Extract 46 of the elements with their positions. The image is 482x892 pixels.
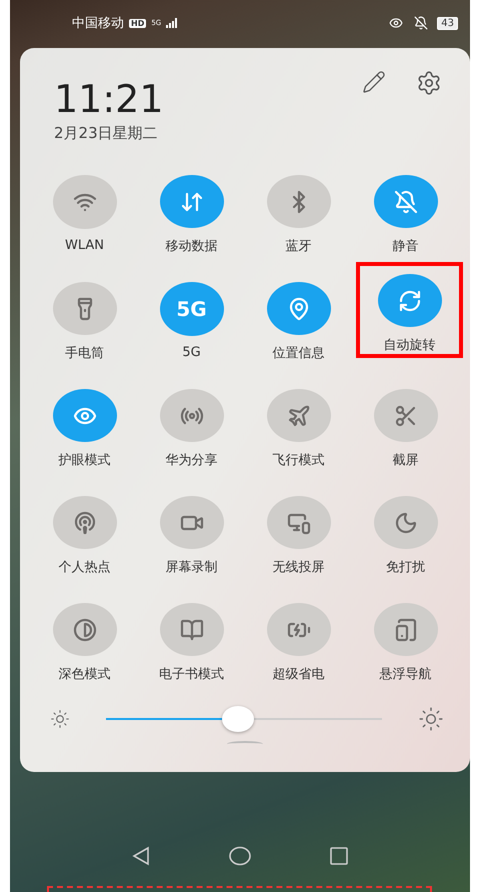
toggle-label: 个人热点 — [58, 559, 110, 576]
toggle-label: 位置信息 — [272, 345, 324, 362]
sun-icon — [50, 709, 70, 729]
bell-off-icon — [414, 16, 428, 30]
toggle-label: 飞行模式 — [272, 452, 324, 469]
battery-level: 43 — [437, 16, 458, 30]
toggle-label: 自动旋转 — [384, 337, 436, 354]
hotspot-icon — [72, 510, 96, 534]
airplane-icon — [286, 404, 310, 428]
toggle-label: 静音 — [392, 238, 418, 255]
edit-icon[interactable] — [362, 70, 386, 94]
home-icon[interactable] — [229, 846, 251, 866]
toggle-label: 手电筒 — [65, 345, 104, 362]
toggle-label: 5G — [182, 345, 201, 360]
sun-icon — [418, 706, 444, 732]
recents-icon[interactable] — [329, 846, 349, 866]
tablet-icon — [394, 618, 418, 642]
eye-icon — [389, 16, 404, 30]
toggle-label: 悬浮导航 — [380, 666, 432, 683]
toggle-label: 移动数据 — [166, 238, 218, 255]
book-icon — [180, 618, 204, 642]
scissors-icon — [394, 404, 418, 428]
toggle-label: 超级省电 — [272, 666, 324, 683]
contrast-icon — [72, 618, 96, 642]
toggle-label: 无线投屏 — [272, 559, 324, 576]
toggle-label: 免打扰 — [386, 559, 425, 576]
toggle-label: 华为分享 — [166, 452, 218, 469]
hd-badge: HD — [129, 18, 146, 28]
clock-time: 11:21 — [54, 76, 165, 122]
slider-thumb[interactable] — [222, 706, 254, 732]
settings-icon[interactable] — [416, 70, 442, 96]
toggle-label: WLAN — [64, 238, 104, 253]
signal-icon — [166, 18, 178, 28]
date-text: 2月23日星期二 — [54, 124, 159, 143]
toggle-label: 截屏 — [392, 452, 418, 469]
back-icon[interactable] — [131, 846, 151, 866]
bell-off-icon — [394, 190, 418, 214]
carrier-name: 中国移动 — [72, 15, 124, 32]
toggle-button[interactable]: 5G — [160, 282, 224, 336]
rotate-arrows-icon — [398, 288, 422, 312]
toggle-label: 屏幕录制 — [166, 559, 218, 576]
moon-icon — [394, 510, 418, 534]
toggle-label: 电子书模式 — [159, 666, 224, 683]
toggle-label: 护眼模式 — [58, 452, 110, 469]
toggle-label: 蓝牙 — [286, 238, 312, 255]
toggle-label: 深色模式 — [58, 666, 110, 683]
